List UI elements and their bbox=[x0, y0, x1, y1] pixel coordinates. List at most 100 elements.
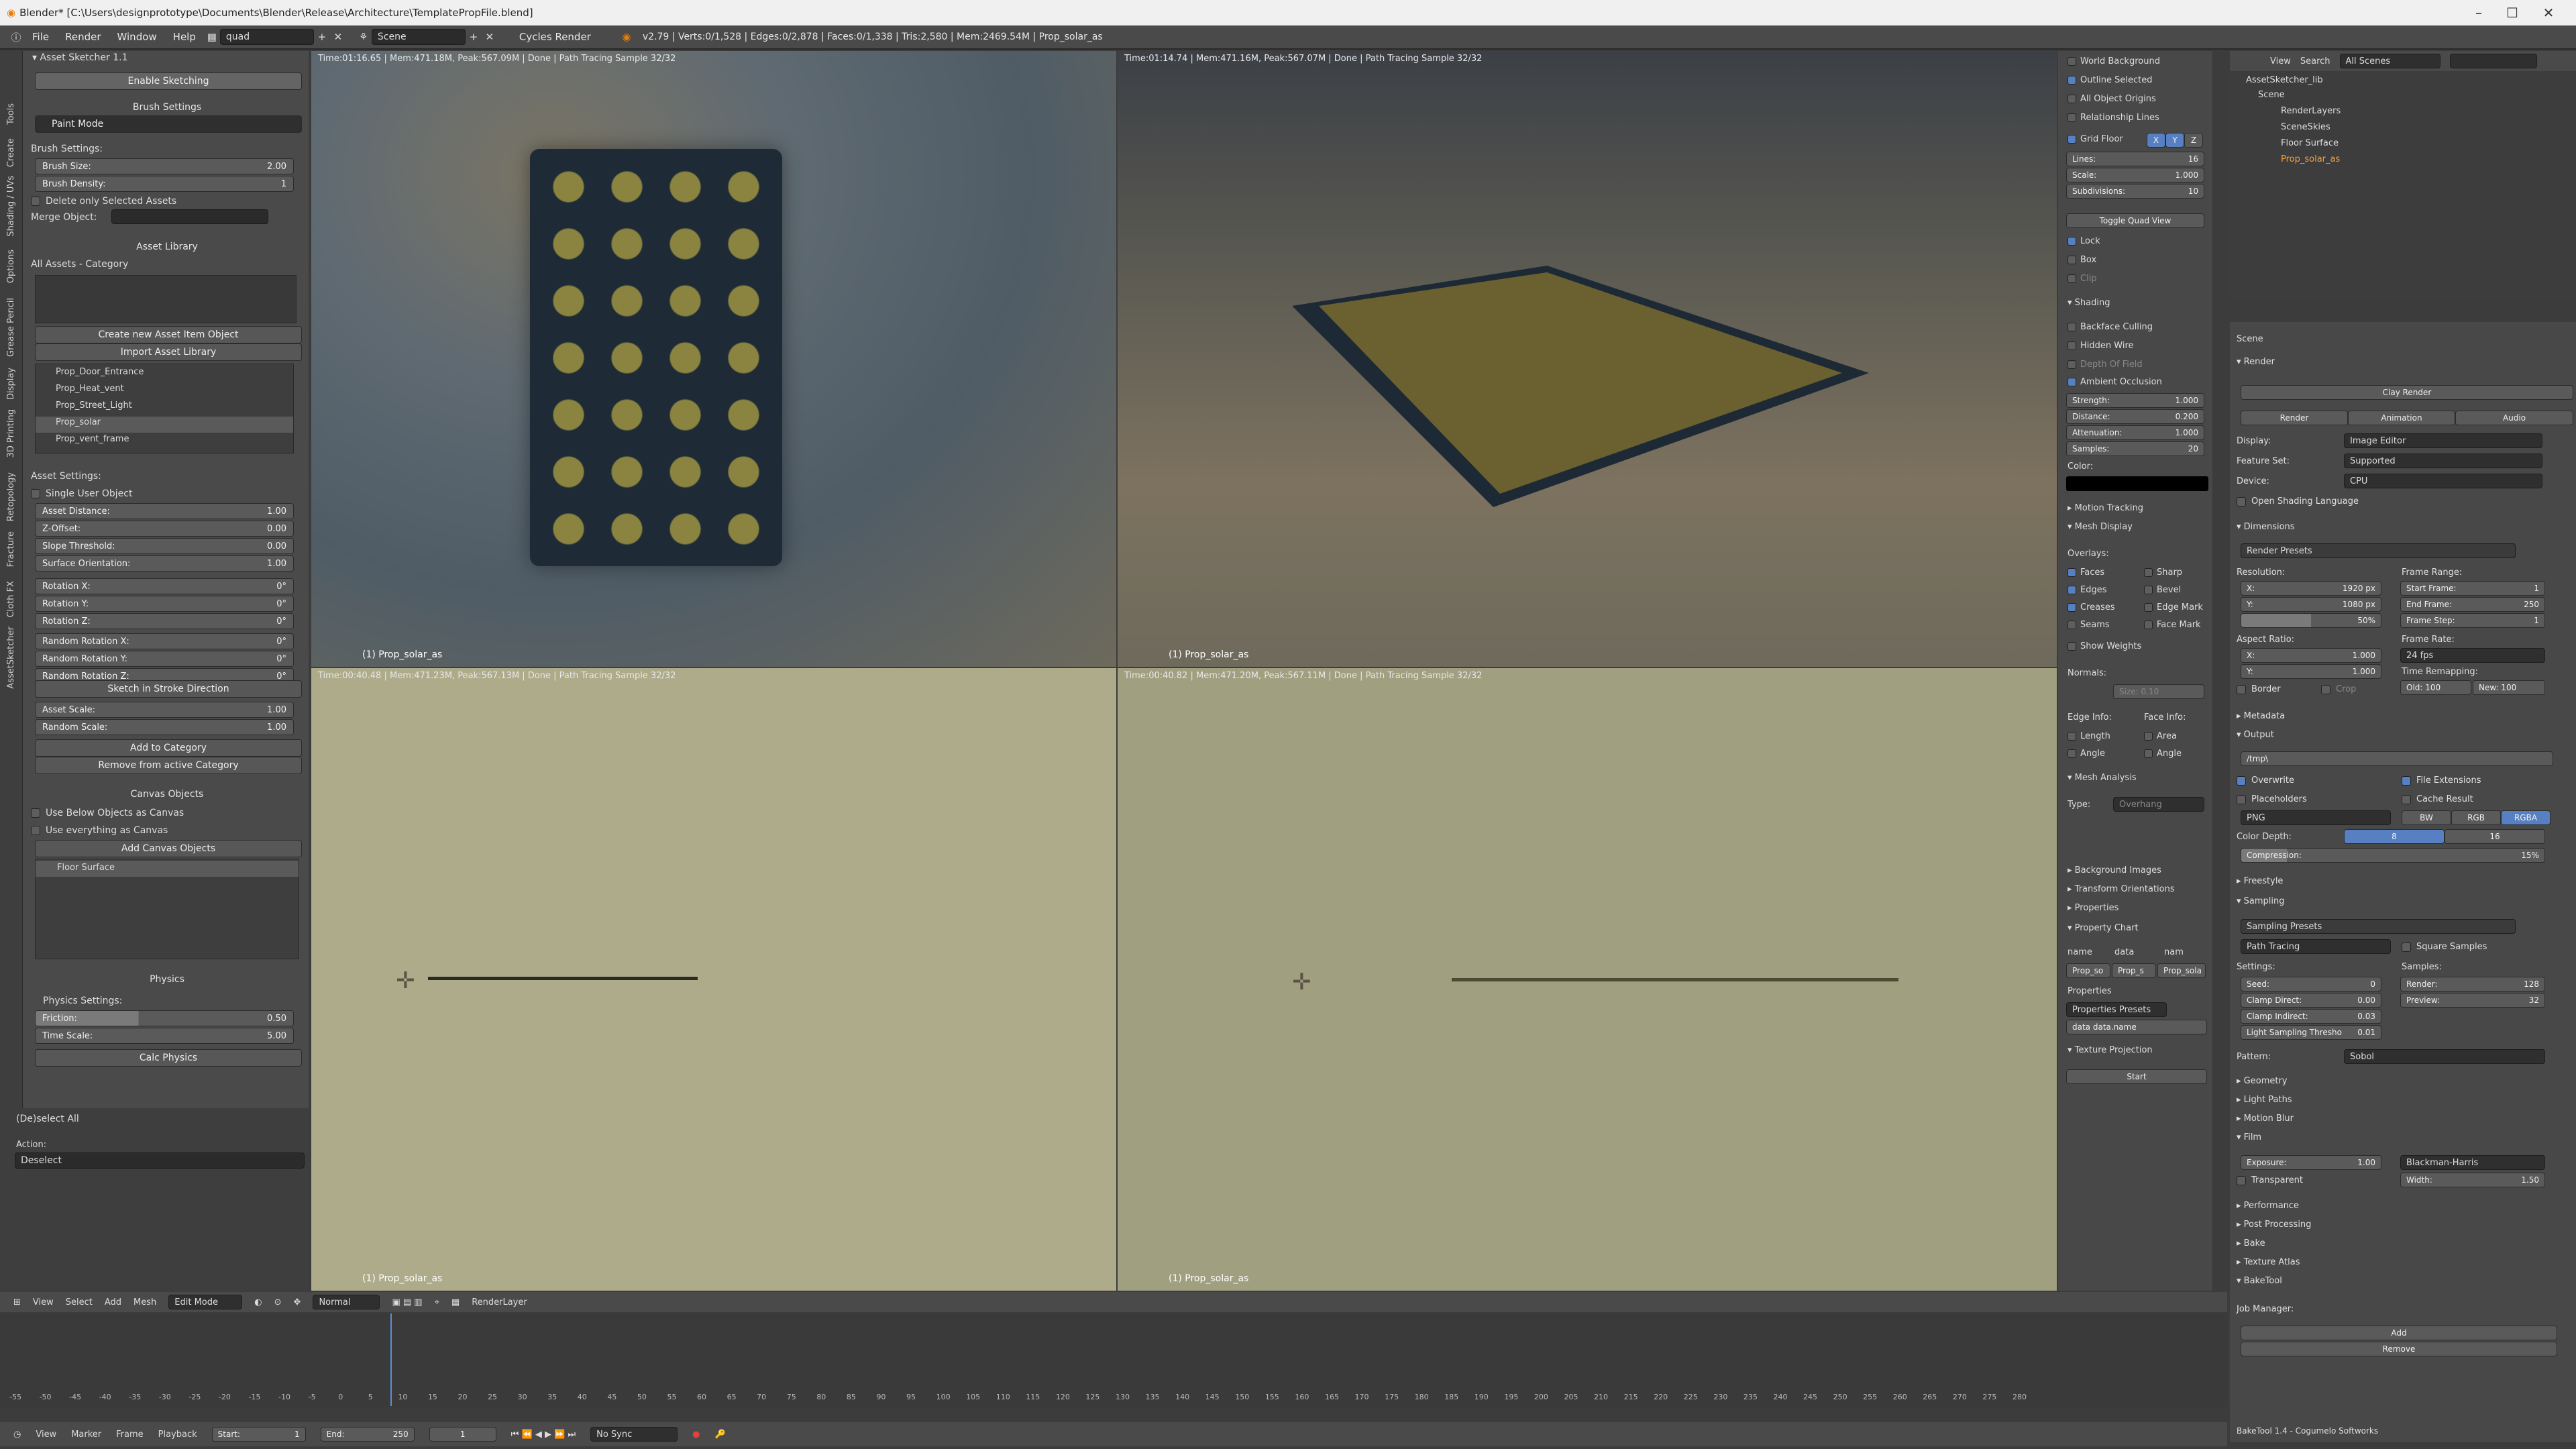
exposure-field[interactable]: Exposure: 1.00 bbox=[2241, 1155, 2381, 1170]
display-select[interactable]: Image Editor bbox=[2344, 433, 2542, 448]
baketool-header[interactable]: ▾ BakeTool bbox=[2237, 1276, 2282, 1286]
geometry-header[interactable]: ▸ Geometry bbox=[2237, 1076, 2288, 1086]
performance-header[interactable]: ▸ Performance bbox=[2237, 1201, 2299, 1211]
use-below-checkbox[interactable]: Use Below Objects as Canvas bbox=[31, 805, 184, 821]
light-threshold-field[interactable]: Light Sampling Thresho 0.01 bbox=[2241, 1025, 2381, 1040]
timeline-menu-marker[interactable]: Marker bbox=[71, 1430, 101, 1440]
clamp-indirect-field[interactable]: Clamp Indirect: 0.03 bbox=[2241, 1009, 2381, 1024]
transform-orientations-header[interactable]: ▸ Transform Orientations bbox=[2068, 884, 2175, 894]
render-engine-select[interactable]: Cycles Render bbox=[511, 31, 612, 43]
property-chart-cell[interactable]: Prop_so bbox=[2066, 963, 2110, 978]
create-asset-button[interactable]: Create new Asset Item Object bbox=[35, 326, 302, 343]
transparent-checkbox[interactable]: Transparent bbox=[2237, 1175, 2303, 1185]
scene-icon[interactable]: ⚘ bbox=[356, 29, 372, 45]
rotation-y-field[interactable]: Rotation Y: 0° bbox=[35, 596, 294, 612]
face-angle-checkbox[interactable]: Angle bbox=[2144, 749, 2182, 759]
tab-options[interactable]: Options bbox=[6, 250, 16, 283]
action-select[interactable]: Deselect bbox=[15, 1152, 305, 1169]
viewport-bottom-left[interactable]: Time:00:40.48 | Mem:471.23M, Peak:567.13… bbox=[311, 668, 1116, 1291]
record-icon[interactable]: ● bbox=[692, 1430, 700, 1440]
tab-grease-pencil[interactable]: Grease Pencil bbox=[6, 298, 16, 357]
shading-header[interactable]: ▾ Shading bbox=[2068, 298, 2110, 308]
add-canvas-objects-button[interactable]: Add Canvas Objects bbox=[35, 840, 302, 857]
random-rotation-x-field[interactable]: Random Rotation X: 0° bbox=[35, 633, 294, 649]
clay-render-button[interactable]: Clay Render bbox=[2241, 385, 2573, 400]
asset-list-item-selected[interactable]: Prop_solar bbox=[56, 417, 101, 427]
texture-projection-start-button[interactable]: Start bbox=[2066, 1069, 2207, 1084]
aspect-y-field[interactable]: Y: 1.000 bbox=[2241, 664, 2381, 679]
grid-floor-checkbox[interactable]: Grid Floor bbox=[2068, 134, 2123, 144]
backface-culling-checkbox[interactable]: Backface Culling bbox=[2068, 322, 2153, 332]
timeline-menu-playback[interactable]: Playback bbox=[158, 1430, 197, 1440]
asset-category-select[interactable]: All Assets - Category bbox=[31, 256, 128, 272]
interaction-mode-select[interactable]: Edit Mode bbox=[168, 1295, 243, 1309]
surface-orientation-field[interactable]: Surface Orientation: 1.00 bbox=[35, 555, 294, 572]
resolution-y-field[interactable]: Y: 1080 px bbox=[2241, 597, 2381, 612]
timeline-playhead[interactable] bbox=[390, 1313, 392, 1406]
view3d-editor-icon[interactable]: ⊞ bbox=[13, 1297, 21, 1307]
ao-distance-field[interactable]: Distance: 0.200 bbox=[2066, 409, 2204, 424]
frame-step-field[interactable]: Frame Step: 1 bbox=[2400, 613, 2545, 628]
property-chart-header[interactable]: ▾ Property Chart bbox=[2068, 923, 2139, 933]
stroke-direction-toggle[interactable]: Sketch in Stroke Direction bbox=[35, 680, 302, 698]
canvas-objects-header[interactable]: Canvas Objects bbox=[30, 785, 305, 804]
z-offset-field[interactable]: Z-Offset: 0.00 bbox=[35, 521, 294, 537]
properties-presets-select[interactable]: Properties Presets bbox=[2066, 1002, 2167, 1017]
edge-mark-checkbox[interactable]: Edge Mark bbox=[2144, 602, 2203, 612]
lock-checkbox[interactable]: Lock bbox=[2068, 236, 2100, 246]
physics-header[interactable]: Physics bbox=[30, 970, 305, 989]
editor-type-icon[interactable]: ⓘ bbox=[8, 29, 24, 45]
outliner-item[interactable]: AssetSketcher_lib bbox=[2246, 75, 2323, 85]
end-frame-field[interactable]: End Frame: 250 bbox=[2400, 597, 2545, 612]
ao-color-swatch[interactable] bbox=[2066, 476, 2208, 491]
remove-scene-icon[interactable]: ✕ bbox=[482, 29, 498, 45]
bevel-checkbox[interactable]: Bevel bbox=[2144, 585, 2181, 595]
sharp-checkbox[interactable]: Sharp bbox=[2144, 568, 2182, 578]
motion-tracking-header[interactable]: ▸ Motion Tracking bbox=[2068, 503, 2143, 513]
close-button[interactable]: ✕ bbox=[2525, 0, 2572, 25]
friction-slider[interactable]: Friction: 0.50 bbox=[35, 1010, 294, 1026]
texture-atlas-header[interactable]: ▸ Texture Atlas bbox=[2237, 1257, 2300, 1267]
grid-lines-field[interactable]: Lines: 16 bbox=[2066, 152, 2204, 166]
bake-header[interactable]: ▸ Bake bbox=[2237, 1238, 2265, 1248]
tab-cloth-fx[interactable]: Cloth FX bbox=[6, 581, 16, 618]
use-everything-checkbox[interactable]: Use everything as Canvas bbox=[31, 822, 168, 839]
properties-header[interactable]: ▸ Properties bbox=[2068, 903, 2118, 913]
timeline-area[interactable]: -55 -50 -45 -40 -35 -30 -25 -20 -15 -10 -5 0 5 10 15 20… bbox=[0, 1313, 2227, 1407]
freestyle-header[interactable]: ▸ Freestyle bbox=[2237, 876, 2283, 886]
random-scale-field[interactable]: Random Scale: 1.00 bbox=[35, 719, 294, 735]
screen-layout-field[interactable]: quad bbox=[219, 29, 314, 45]
show-weights-checkbox[interactable]: Show Weights bbox=[2068, 641, 2141, 651]
add-screen-icon[interactable]: + bbox=[314, 29, 330, 45]
remove-category-button[interactable]: Remove from active Category bbox=[35, 757, 302, 774]
outliner-item[interactable]: Floor Surface bbox=[2281, 138, 2339, 148]
viewport-top-right[interactable]: Time:01:14.74 | Mem:471.16M, Peak:567.07… bbox=[1118, 51, 2057, 667]
add-scene-icon[interactable]: + bbox=[466, 29, 482, 45]
pattern-select[interactable]: Sobol bbox=[2344, 1049, 2545, 1064]
add-to-category-button[interactable]: Add to Category bbox=[35, 739, 302, 757]
tab-display[interactable]: Display bbox=[6, 368, 16, 400]
viewport-bottom-right[interactable]: Time:00:40.82 | Mem:471.20M, Peak:567.11… bbox=[1118, 668, 2057, 1291]
filter-type-select[interactable]: Blackman-Harris bbox=[2400, 1155, 2545, 1170]
file-format-select[interactable]: PNG bbox=[2241, 810, 2391, 825]
all-origins-checkbox[interactable]: All Object Origins bbox=[2068, 94, 2156, 104]
color-bw-button[interactable]: BW bbox=[2402, 810, 2451, 825]
edge-angle-checkbox[interactable]: Angle bbox=[2068, 749, 2105, 759]
property-chart-cell[interactable]: Prop_sola bbox=[2157, 963, 2206, 978]
remap-old-field[interactable]: Old: 100 bbox=[2400, 680, 2471, 695]
remove-screen-icon[interactable]: ✕ bbox=[330, 29, 346, 45]
render-presets-select[interactable]: Render Presets bbox=[2241, 543, 2516, 558]
viewport-shading-icon[interactable]: ◐ bbox=[254, 1297, 262, 1307]
scene-field[interactable]: Scene bbox=[371, 29, 466, 45]
random-rotation-y-field[interactable]: Random Rotation Y: 0° bbox=[35, 651, 294, 667]
rotation-z-field[interactable]: Rotation Z: 0° bbox=[35, 613, 294, 629]
grid-scale-field[interactable]: Scale: 1.000 bbox=[2066, 168, 2204, 182]
outliner-menu-view[interactable]: View bbox=[2270, 56, 2291, 66]
canvas-object-item[interactable]: Floor Surface bbox=[57, 863, 115, 873]
grid-axis-y[interactable]: Y bbox=[2165, 133, 2184, 148]
deselect-all-header[interactable]: (De)select All bbox=[16, 1111, 79, 1127]
asset-list-item[interactable]: Prop_Door_Entrance bbox=[56, 367, 144, 377]
output-path-field[interactable]: /tmp\ bbox=[2241, 751, 2553, 766]
mesh-analysis-type-select[interactable]: Overhang bbox=[2113, 797, 2204, 812]
depth-of-field-checkbox[interactable]: Depth Of Field bbox=[2068, 360, 2143, 370]
